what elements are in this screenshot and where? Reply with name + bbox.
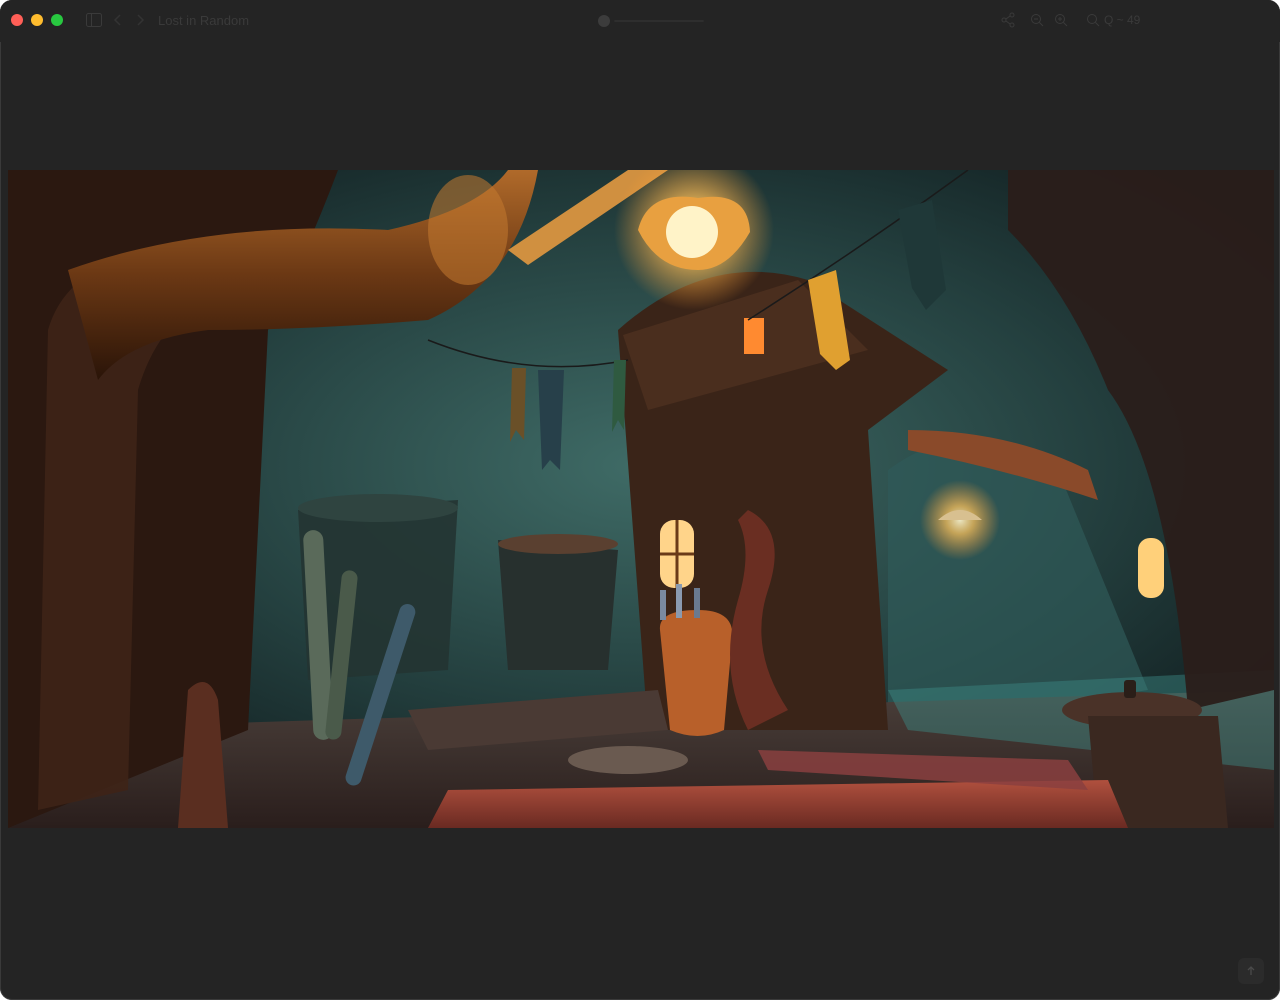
info-icon[interactable] bbox=[1238, 958, 1264, 984]
close-window-button[interactable] bbox=[11, 14, 23, 26]
search-icon[interactable] bbox=[1086, 12, 1100, 28]
chevron-left-icon[interactable] bbox=[112, 12, 124, 28]
share-icon[interactable] bbox=[1000, 12, 1016, 28]
search-field-label[interactable]: Q ~ 49 bbox=[1104, 13, 1140, 27]
preview-window: Lost in Random Q ~ 49 bbox=[0, 0, 1280, 1000]
chevron-right-icon[interactable] bbox=[134, 12, 146, 28]
titlebar: Lost in Random Q ~ 49 bbox=[0, 0, 1280, 42]
scrubber-track bbox=[614, 20, 704, 22]
maximize-window-button[interactable] bbox=[51, 14, 63, 26]
minimize-window-button[interactable] bbox=[31, 14, 43, 26]
scrubber-handle[interactable] bbox=[598, 15, 610, 27]
window-title: Lost in Random bbox=[158, 13, 250, 28]
game-scene-illustration bbox=[8, 170, 1274, 828]
game-screenshot bbox=[8, 170, 1274, 828]
page-scrubber[interactable] bbox=[598, 14, 708, 28]
zoom-in-icon[interactable] bbox=[1054, 12, 1068, 28]
zoom-out-icon[interactable] bbox=[1030, 12, 1044, 28]
sidebar-icon[interactable] bbox=[86, 12, 102, 28]
